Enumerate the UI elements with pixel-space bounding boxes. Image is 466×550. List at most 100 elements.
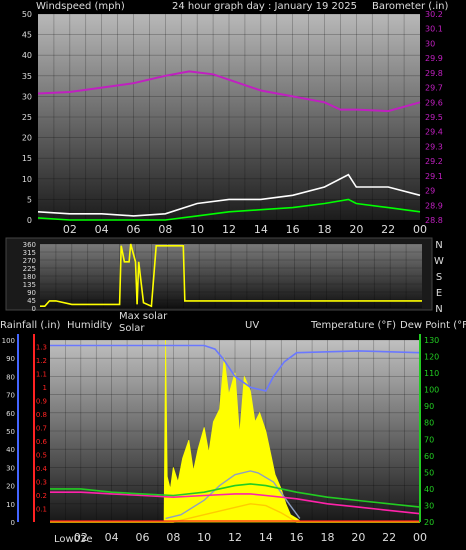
temperature-tick-30: 30: [424, 501, 434, 510]
bottom-left-label: Low03e: [54, 534, 93, 545]
wind-barometer-panel: 05101520253035404550 28.828.92929.129.22…: [22, 1, 449, 236]
time-tick-18: 18: [318, 223, 332, 236]
windspeed-tick-50: 50: [22, 10, 32, 19]
max-solar-label: Max solar: [119, 311, 168, 322]
temperature-tick-70: 70: [424, 435, 434, 444]
humidity-tick-90: 90: [6, 355, 15, 363]
windspeed-tick-10: 10: [22, 175, 32, 184]
windspeed-tick-30: 30: [22, 92, 32, 101]
humidity-tick-10: 10: [6, 501, 15, 509]
humidity-tick-60: 60: [6, 410, 15, 418]
direction-tick-0: 0: [32, 305, 36, 313]
time-tick-04: 04: [105, 531, 119, 544]
temperature-tick-60: 60: [424, 452, 434, 461]
temperature-tick-40: 40: [424, 485, 434, 494]
barometer-tick-30.1: 30.1: [425, 25, 443, 34]
barometer-label: Barometer (.in): [372, 1, 448, 12]
time-tick-20: 20: [351, 531, 365, 544]
rain-tick-0.7: 0.7: [36, 425, 47, 433]
rain-tick-0.6: 0.6: [36, 438, 48, 446]
compass-W-1: W: [434, 256, 444, 267]
humidity-tick-50: 50: [6, 428, 15, 436]
time-tick-14: 14: [259, 531, 273, 544]
barometer-axis: 28.8 28.9 29 29.1 29.2 29.3 29.4 29.5 29.6 29.7 29…: [425, 10, 443, 225]
time-tick-22: 22: [382, 531, 396, 544]
barometer-tick-28.8: 28.8: [425, 216, 443, 225]
time-tick-20: 20: [349, 223, 363, 236]
weather-chart-svg: 05101520253035404550 28.828.92929.129.22…: [0, 1, 466, 545]
temperature-tick-80: 80: [424, 419, 434, 428]
windspeed-tick-45: 45: [22, 31, 32, 40]
humidity-tick-0: 0: [11, 519, 15, 527]
compass-labels: NWSEN: [434, 240, 444, 315]
humidity-label: Humidity: [67, 320, 112, 331]
direction-tick-315: 315: [23, 249, 36, 257]
direction-tick-360: 360: [23, 241, 36, 249]
temperature-tick-90: 90: [424, 402, 434, 411]
humidity-tick-100: 100: [2, 337, 15, 345]
wind-direction-panel: 04590135180225270315360 NWSEN: [5, 237, 444, 315]
temperature-tick-110: 110: [424, 369, 439, 378]
temperature-tick-120: 120: [424, 353, 439, 362]
temperature-axis: 20 30 40 50 60 70 80 90 100 110 120 130: [424, 336, 439, 527]
barometer-tick-29.9: 29.9: [425, 54, 443, 63]
weather-graphs: 0 5 10 15 20 25 30 35 40 45 50 28.8 28.9 29 29.1 29.2 2…: [0, 0, 466, 550]
rain-tick-0.4: 0.4: [36, 465, 48, 473]
solar-label: Solar: [119, 323, 145, 334]
windspeed-tick-20: 20: [22, 134, 32, 143]
barometer-tick-29: 29: [425, 187, 435, 196]
windspeed-tick-15: 15: [22, 154, 32, 163]
rain-tick-0.8: 0.8: [36, 411, 47, 419]
time-tick-10: 10: [197, 531, 211, 544]
direction-tick-270: 270: [23, 257, 36, 265]
compass-E-3: E: [436, 288, 442, 299]
barometer-tick-29.7: 29.7: [425, 84, 443, 93]
barometer-tick-29.6: 29.6: [425, 98, 443, 107]
windspeed-tick-40: 40: [22, 51, 32, 60]
humidity-tick-80: 80: [6, 373, 15, 381]
rain-tick-1.3: 1.3: [36, 344, 47, 352]
temperature-tick-50: 50: [424, 468, 434, 477]
time-tick-00: 00: [413, 223, 427, 236]
panel1-time-axis: 02 04 06 08 10 12 14 16 18 20 22 00: [63, 223, 427, 236]
time-tick-18: 18: [321, 531, 335, 544]
time-tick-16: 16: [286, 223, 300, 236]
temperature-label: Temperature (°F): [310, 320, 396, 331]
compass-N-0: N: [435, 240, 442, 251]
humidity-tick-70: 70: [6, 392, 15, 400]
graph-title: 24 hour graph day : January 19 2025: [172, 1, 357, 12]
barometer-tick-28.9: 28.9: [425, 201, 443, 210]
rain-tick-0.1: 0.1: [36, 506, 47, 514]
barometer-tick-29.8: 29.8: [425, 69, 443, 78]
direction-tick-225: 225: [23, 265, 36, 273]
direction-tick-45: 45: [27, 297, 36, 305]
direction-tick-135: 135: [23, 281, 36, 289]
rainfall-label: Rainfall (.in): [0, 320, 61, 331]
time-tick-08: 08: [158, 223, 172, 236]
time-tick-06: 06: [127, 223, 141, 236]
barometer-tick-29.2: 29.2: [425, 157, 443, 166]
direction-tick-90: 90: [27, 289, 36, 297]
time-tick-12: 12: [222, 223, 236, 236]
temperature-tick-100: 100: [424, 386, 439, 395]
humidity-tick-30: 30: [6, 464, 15, 472]
humidity-tick-40: 40: [6, 446, 15, 454]
direction-tick-180: 180: [23, 273, 36, 281]
time-tick-04: 04: [95, 223, 109, 236]
compass-S-2: S: [436, 272, 442, 283]
windspeed-tick-25: 25: [22, 113, 32, 122]
windspeed-tick-35: 35: [22, 72, 32, 81]
panel3-time-axis: 02 04 06 08 10 12 14 16 18 20 22 00: [74, 531, 427, 544]
rain-tick-0.9: 0.9: [36, 398, 47, 406]
time-tick-22: 22: [381, 223, 395, 236]
temperature-tick-130: 130: [424, 336, 439, 345]
multi-sensor-panel: 0102030405060708090100 0.10.20.30.40.50.…: [0, 311, 466, 545]
time-tick-16: 16: [290, 531, 304, 544]
time-tick-12: 12: [228, 531, 242, 544]
rain-tick-0.5: 0.5: [36, 452, 47, 460]
rain-tick-0.2: 0.2: [36, 492, 47, 500]
temperature-tick-20: 20: [424, 518, 434, 527]
windspeed-axis: 0 5 10 15 20 25 30 35 40 45 50: [22, 10, 32, 225]
time-tick-10: 10: [190, 223, 204, 236]
windspeed-label: Windspeed (mph): [36, 1, 125, 12]
